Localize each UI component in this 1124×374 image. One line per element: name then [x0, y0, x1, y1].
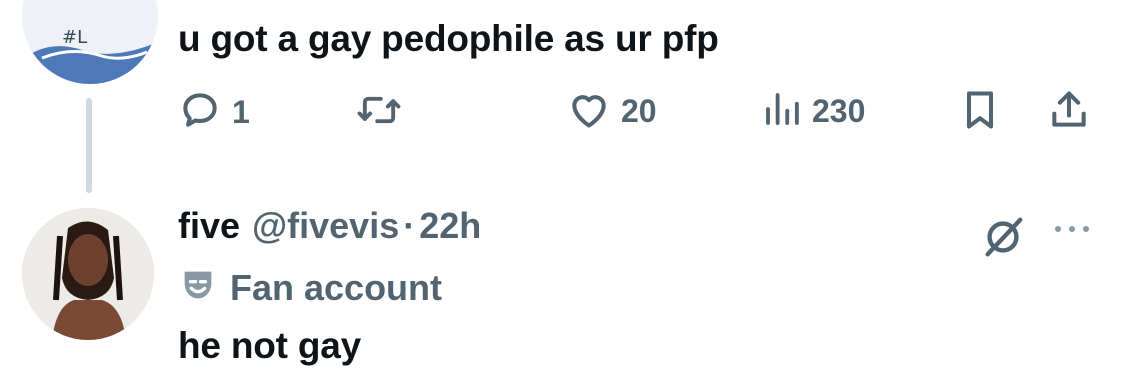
like-count: 20	[621, 93, 657, 129]
bookmark-icon	[960, 88, 1000, 137]
heart-icon	[567, 88, 611, 135]
view-count: 230	[812, 93, 866, 129]
more-options-icon[interactable]	[1050, 219, 1094, 244]
bookmark-button[interactable]	[960, 88, 1000, 137]
views-button[interactable]: 230	[762, 88, 865, 135]
share-button[interactable]	[1048, 88, 1090, 137]
grok-icon[interactable]	[980, 214, 1026, 265]
share-icon	[1048, 88, 1090, 137]
avatar[interactable]: #L	[22, 0, 158, 84]
views-icon	[762, 88, 802, 135]
handle[interactable]: @fivevis	[252, 205, 399, 247]
separator-dot: ·	[403, 205, 416, 246]
timestamp[interactable]: 22h	[419, 205, 481, 247]
tweet-header: five @fivevis · 22h	[178, 205, 481, 247]
tweet-text: u got a gay pedophile as ur pfp	[178, 18, 719, 59]
tweet-text: he not gay	[178, 325, 362, 366]
theater-masks-icon	[178, 265, 218, 310]
thread-connector	[86, 98, 92, 193]
like-button[interactable]: 20	[567, 88, 657, 135]
reply-icon	[178, 88, 222, 137]
account-label-text: Fan account	[230, 266, 443, 308]
reply-count: 1	[232, 94, 250, 130]
avatar[interactable]	[22, 208, 154, 340]
retweet-icon	[356, 88, 402, 137]
retweet-button[interactable]	[356, 88, 412, 137]
reply-button[interactable]: 1	[178, 88, 250, 137]
account-label[interactable]: Fan account	[178, 265, 442, 310]
display-name[interactable]: five	[178, 205, 240, 247]
svg-text:#L: #L	[62, 27, 87, 48]
